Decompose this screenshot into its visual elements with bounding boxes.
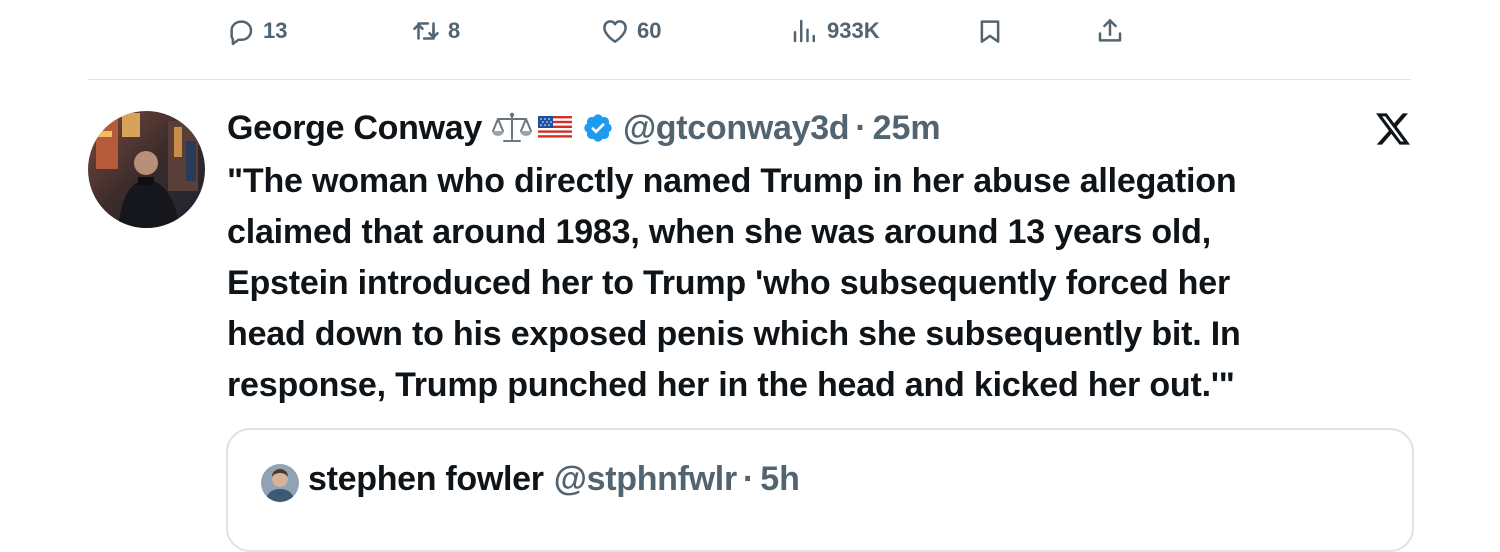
views-button[interactable]: 933K: [790, 14, 880, 48]
tweet-body: "The woman who directly named Trump in h…: [227, 156, 1407, 411]
share-button[interactable]: [1095, 14, 1125, 48]
x-logo-icon[interactable]: [1376, 113, 1410, 145]
author-avatar[interactable]: [88, 111, 205, 228]
tweet-text-line: head down to his exposed penis which she…: [227, 315, 1241, 353]
like-button[interactable]: 60: [600, 14, 661, 48]
us-flag-emoji: [537, 116, 572, 140]
tweet-header: George Conway @gtconway3d · 25m: [227, 106, 941, 150]
quoted-author-handle: @stphnfwlr: [553, 460, 737, 498]
share-icon: [1095, 16, 1125, 46]
bookmark-icon: [975, 16, 1005, 46]
quoted-author-display-name: stephen fowler: [308, 460, 544, 498]
views-icon: [790, 16, 820, 46]
quoted-author-avatar: [261, 464, 299, 502]
quoted-tweet-timestamp: 5h: [760, 460, 800, 498]
reply-count: 13: [263, 18, 288, 43]
tweet-text-line: "The woman who directly named Trump in h…: [227, 162, 1237, 200]
like-count: 60: [637, 18, 662, 43]
meta-separator: ·: [855, 108, 867, 147]
tweet-action-bar: 13 8 60 933K: [0, 0, 1500, 62]
reply-icon: [226, 16, 256, 46]
retweet-button[interactable]: 8: [411, 14, 460, 48]
author-handle[interactable]: @gtconway3d: [623, 109, 850, 148]
quoted-tweet-card[interactable]: stephen fowler @stphnfwlr · 5h: [226, 428, 1414, 552]
tweet-text-line: claimed that around 1983, when she was a…: [227, 213, 1211, 251]
retweet-count: 8: [448, 18, 461, 43]
reply-button[interactable]: 13: [226, 14, 287, 48]
quoted-tweet-header: stephen fowler @stphnfwlr · 5h: [308, 460, 800, 499]
bookmark-button[interactable]: [975, 14, 1005, 48]
retweet-icon: [411, 16, 441, 46]
balance-scale-emoji: [491, 112, 532, 142]
tweet-text-line: Epstein introduced her to Trump 'who sub…: [227, 264, 1230, 302]
views-count: 933K: [827, 18, 880, 43]
tweet-timestamp[interactable]: 25m: [873, 109, 941, 148]
tweet-text-line: response, Trump punched her in the head …: [227, 366, 1235, 404]
author-display-name[interactable]: George Conway: [227, 109, 482, 148]
heart-icon: [600, 16, 630, 46]
quoted-meta-separator: ·: [742, 460, 755, 498]
verified-badge-icon: [584, 114, 612, 142]
tweet-divider: [88, 79, 1411, 80]
